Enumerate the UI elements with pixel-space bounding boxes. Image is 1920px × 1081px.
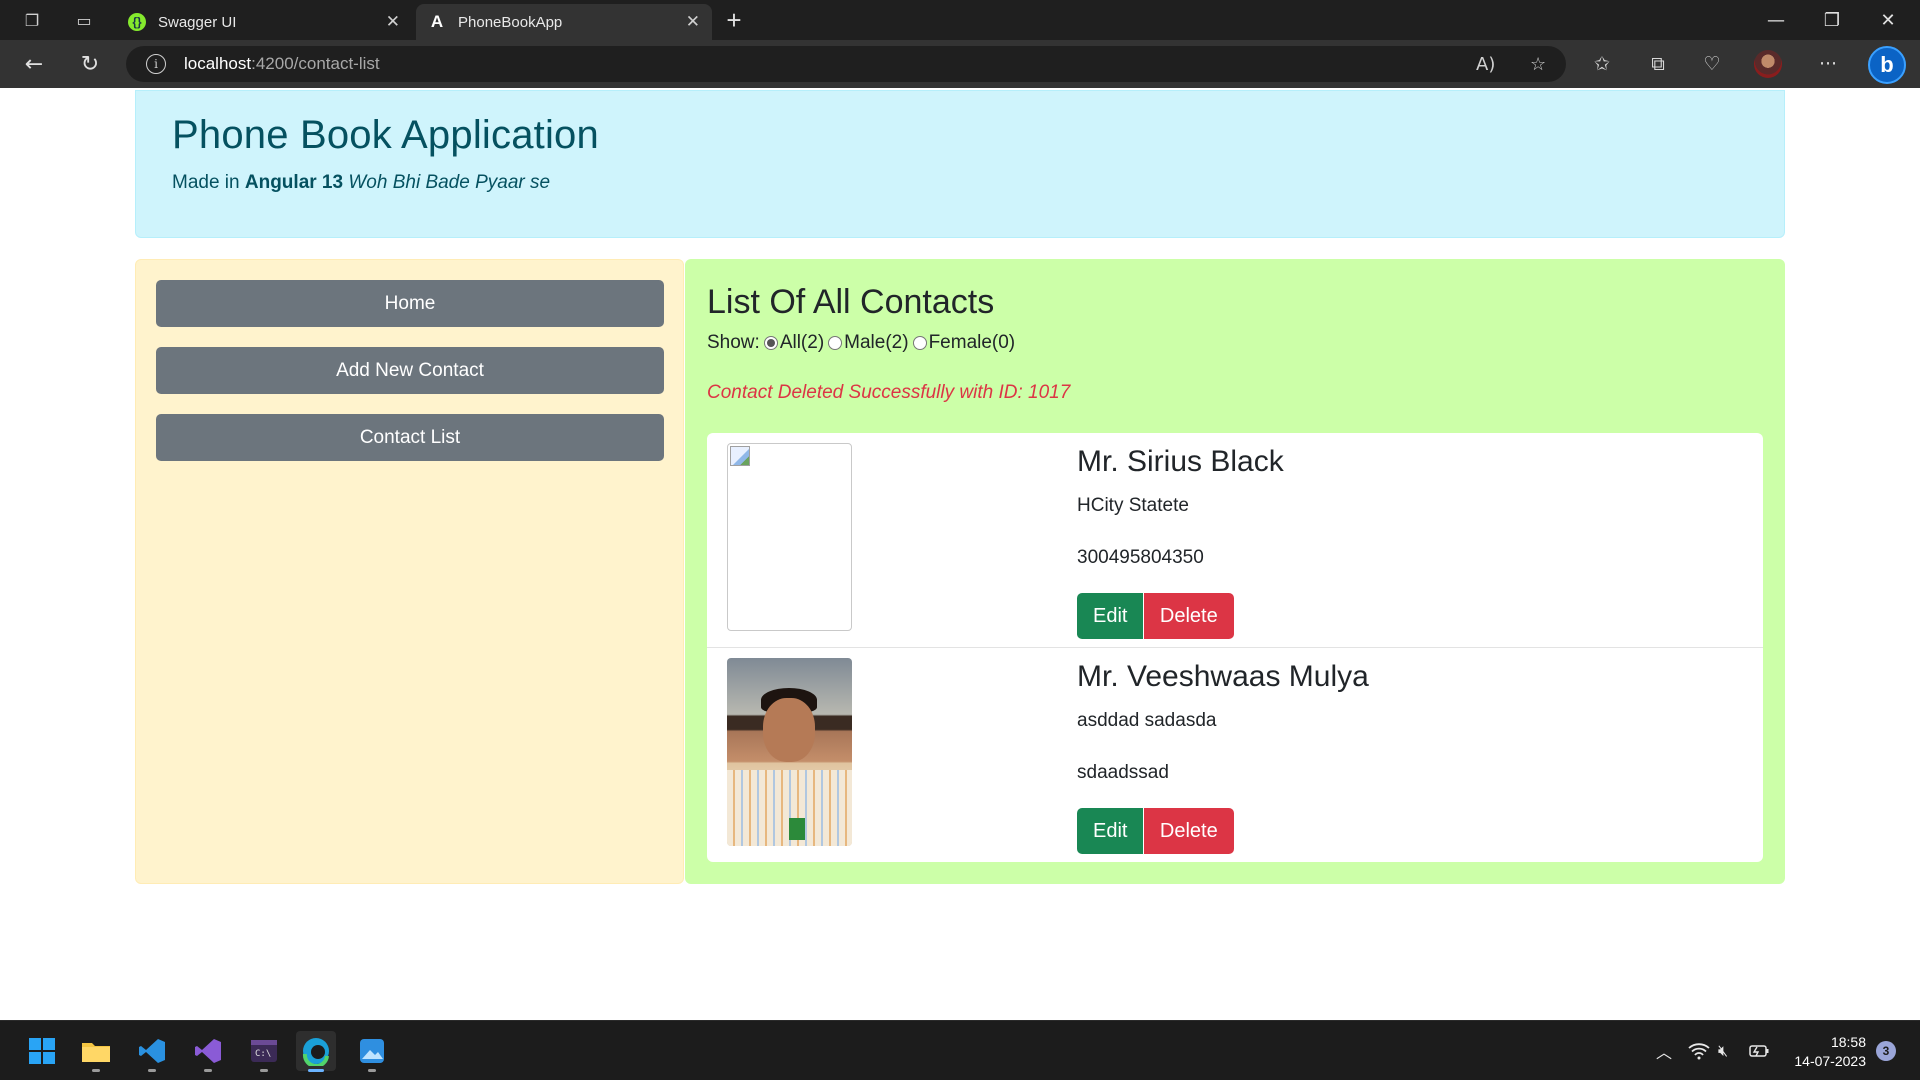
page-title: Phone Book Application — [172, 113, 599, 157]
terminal-icon[interactable]: C:\ — [244, 1031, 284, 1072]
vscode-icon[interactable] — [132, 1031, 172, 1072]
wifi-icon[interactable] — [1688, 1021, 1710, 1081]
tab-actions-icon[interactable]: ▭ — [70, 8, 98, 32]
edge-browser-icon[interactable] — [296, 1031, 336, 1072]
photo-id-badge — [789, 818, 805, 840]
sidebar: Home Add New Contact Contact List — [135, 259, 684, 884]
contact-name: Mr. Sirius Black — [1077, 445, 1284, 478]
close-tab-icon[interactable]: ✕ — [686, 12, 700, 32]
svg-text:C:\: C:\ — [255, 1049, 271, 1059]
filter-option-label: Male(2) — [844, 332, 909, 353]
status-message: Contact Deleted Successfully with ID: 10… — [707, 382, 1071, 403]
subtitle-tagline: Woh Bhi Bade Pyaar se — [348, 172, 551, 193]
url-host: localhost — [184, 54, 252, 73]
clock-date: 14-07-2023 — [1794, 1053, 1866, 1069]
contacts-card: Mr. Sirius Black HCity Statete 300495804… — [707, 433, 1763, 862]
contact-address: asddad sadasda — [1077, 710, 1217, 731]
delete-button[interactable]: Delete — [1143, 808, 1234, 854]
contact-info: Mr. Veeshwaas Mulya asddad sadasda sdaad… — [1077, 660, 1369, 854]
radio-all[interactable] — [763, 336, 778, 350]
swagger-icon: {} — [128, 13, 146, 31]
header-banner: Phone Book Application Made in Angular 1… — [135, 90, 1785, 238]
running-indicator — [260, 1069, 268, 1072]
collections-icon[interactable]: ⧉ — [1642, 50, 1674, 78]
page-content: Phone Book Application Made in Angular 1… — [0, 88, 1920, 1020]
windows-start-icon[interactable] — [22, 1031, 62, 1071]
angular-icon: A — [430, 12, 444, 31]
radio-female[interactable] — [912, 336, 927, 350]
contact-list-button[interactable]: Contact List — [156, 414, 664, 461]
address-bar[interactable]: i localhost:4200/contact-list A) ☆ — [126, 46, 1566, 82]
battery-icon[interactable] — [1748, 1021, 1770, 1081]
contact-phone: sdaadssad — [1077, 762, 1169, 783]
new-tab-button[interactable]: + — [720, 5, 748, 35]
close-tab-icon[interactable]: ✕ — [386, 12, 400, 32]
browser-essentials-icon[interactable]: ♡ — [1696, 50, 1728, 78]
photos-app-icon[interactable] — [352, 1031, 392, 1072]
read-aloud-icon[interactable]: A) — [1476, 46, 1495, 82]
tab-title: Swagger UI — [158, 13, 237, 31]
info-icon[interactable]: i — [146, 54, 166, 74]
running-indicator — [148, 1069, 156, 1072]
visual-studio-icon[interactable] — [188, 1031, 228, 1072]
taskbar: C:\ ︿ 🔇︎ 18:58 14-07-2023 3 — [0, 1020, 1920, 1080]
restore-button[interactable]: ❐ — [1804, 0, 1860, 40]
edit-button[interactable]: Edit — [1077, 593, 1144, 639]
radio-male[interactable] — [828, 336, 843, 350]
more-menu-icon[interactable]: ··· — [1812, 50, 1844, 78]
contact-photo-broken — [727, 443, 852, 631]
filter-option-label: All(2) — [779, 332, 825, 353]
contact-row: Mr. Sirius Black HCity Statete 300495804… — [707, 433, 1763, 647]
subtitle-framework: Angular 13 — [244, 172, 344, 193]
filter-option-female[interactable]: Female(0) — [909, 332, 1016, 354]
tab-swagger[interactable]: {} Swagger UI ✕ — [116, 4, 412, 40]
clock-time: 18:58 — [1830, 1034, 1866, 1050]
back-arrow-icon[interactable]: ← — [18, 50, 50, 78]
notification-badge[interactable]: 3 — [1876, 1041, 1896, 1061]
gender-filter: Show: All(2) Male(2) Female(0) — [707, 332, 1763, 354]
subtitle-prefix: Made in — [172, 172, 245, 193]
show-hidden-icons-icon[interactable]: ︿ — [1656, 1021, 1672, 1081]
delete-button[interactable]: Delete — [1143, 593, 1234, 639]
home-button[interactable]: Home — [156, 280, 664, 327]
running-indicator — [308, 1069, 324, 1072]
contact-row: Mr. Veeshwaas Mulya asddad sadasda sdaad… — [707, 647, 1763, 861]
running-indicator — [204, 1069, 212, 1072]
file-explorer-icon[interactable] — [76, 1031, 116, 1072]
favorites-icon[interactable]: ✩ — [1586, 50, 1618, 78]
contact-list-panel: List Of All Contacts Show: All(2) Male(2… — [685, 259, 1785, 884]
contact-phone: 300495804350 — [1077, 547, 1204, 568]
filter-option-male[interactable]: Male(2) — [824, 332, 909, 354]
photo-face — [763, 698, 815, 762]
running-indicator — [368, 1069, 376, 1072]
contact-address: HCity Statete — [1077, 495, 1189, 516]
browser-tab-bar: ❐ ▭ {} Swagger UI ✕ A PhoneBookApp ✕ + —… — [0, 0, 1920, 40]
running-indicator — [92, 1069, 100, 1072]
system-clock[interactable]: 18:58 14-07-2023 — [1788, 1033, 1866, 1071]
refresh-icon[interactable]: ↻ — [74, 50, 106, 78]
filter-option-all[interactable]: All(2) — [760, 332, 824, 354]
profile-avatar[interactable] — [1754, 50, 1782, 78]
header-subtitle: Made in Angular 13 Woh Bhi Bade Pyaar se — [172, 172, 1748, 194]
favorite-star-icon[interactable]: ☆ — [1530, 46, 1546, 82]
add-new-contact-button[interactable]: Add New Contact — [156, 347, 664, 394]
url-path: :4200/contact-list — [251, 54, 380, 73]
workspaces-icon[interactable]: ❐ — [18, 8, 46, 32]
broken-image-icon — [730, 446, 750, 466]
close-window-button[interactable]: ✕ — [1860, 0, 1916, 40]
tab-phonebookapp[interactable]: A PhoneBookApp ✕ — [416, 4, 712, 40]
edit-button[interactable]: Edit — [1077, 808, 1144, 854]
contact-name: Mr. Veeshwaas Mulya — [1077, 660, 1369, 693]
browser-toolbar: ← ↻ i localhost:4200/contact-list A) ☆ ✩… — [0, 40, 1920, 88]
volume-muted-icon[interactable]: 🔇︎ — [1718, 1021, 1728, 1081]
minimize-button[interactable]: — — [1748, 0, 1804, 40]
section-title: List Of All Contacts — [707, 283, 995, 321]
bing-copilot-icon[interactable]: b — [1868, 46, 1906, 84]
tab-title: PhoneBookApp — [458, 13, 563, 31]
filter-option-label: Female(0) — [928, 332, 1016, 353]
contact-info: Mr. Sirius Black HCity Statete 300495804… — [1077, 445, 1284, 639]
contact-photo — [727, 658, 852, 846]
filter-label: Show: — [707, 332, 760, 353]
